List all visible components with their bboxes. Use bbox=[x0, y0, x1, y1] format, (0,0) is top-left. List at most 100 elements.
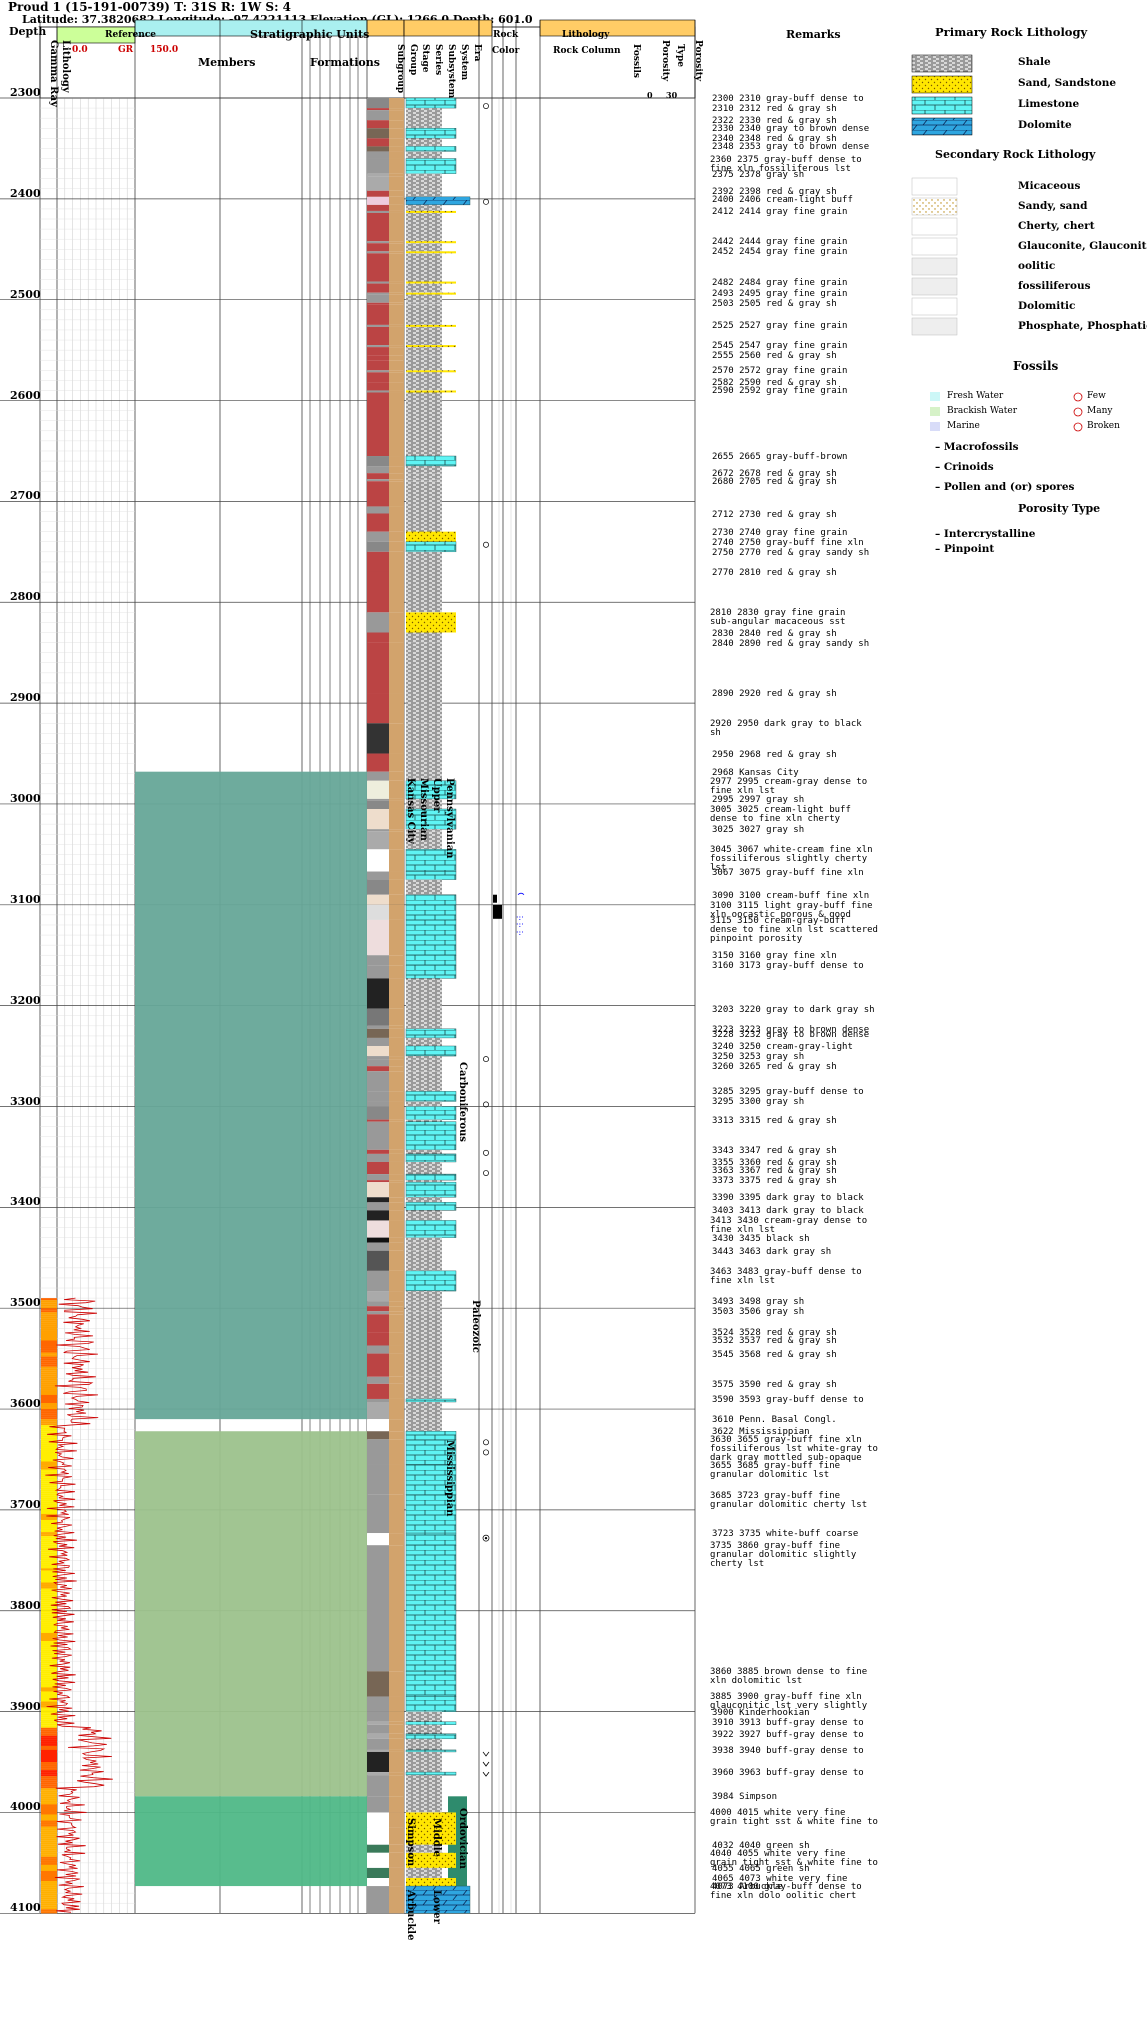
rock-color-buff bbox=[389, 1711, 404, 1722]
rock-color-interval bbox=[367, 829, 389, 832]
gamma-ray-fill bbox=[41, 1400, 57, 1404]
lithology-interval bbox=[405, 955, 457, 966]
legend-fresh-water: Fresh Water bbox=[947, 391, 1004, 401]
gamma-ray-fill bbox=[41, 1483, 57, 1486]
remark-entry: 2525 2527 gray fine grain bbox=[712, 320, 848, 331]
depth-label: 2800 bbox=[10, 590, 41, 604]
gamma-ray-fill bbox=[41, 1826, 57, 1829]
gamma-ray-fill bbox=[41, 1380, 57, 1383]
gamma-ray-fill bbox=[41, 1463, 57, 1466]
rock-color-interval bbox=[367, 632, 389, 643]
rock-color-interval bbox=[367, 146, 389, 152]
gamma-ray-fill bbox=[41, 1907, 57, 1910]
remark-entry: 2545 2547 gray fine grain bbox=[712, 341, 848, 352]
legend-pinpoint: – Pinpoint bbox=[935, 543, 995, 555]
lithology-interval bbox=[405, 1749, 457, 1753]
lithology-interval bbox=[405, 1532, 457, 1546]
legend-secondary-swatch bbox=[911, 217, 958, 236]
remark-entry: 2493 2495 gray fine grain bbox=[712, 288, 848, 299]
remark-entry: 3575 3590 red & gray sh bbox=[712, 1379, 837, 1390]
gamma-ray-fill bbox=[41, 1600, 57, 1603]
lithology-interval bbox=[406, 1376, 442, 1384]
gamma-ray-fill bbox=[41, 1618, 57, 1621]
depth-label: 4000 bbox=[10, 1800, 41, 1814]
gamma-ray-fill bbox=[41, 1538, 57, 1541]
remark-entry: 3260 3265 red & gray sh bbox=[712, 1062, 837, 1073]
gamma-ray-fill bbox=[41, 1852, 57, 1855]
rock-color-buff bbox=[389, 1314, 404, 1333]
rock-color-interval bbox=[367, 1037, 389, 1046]
gamma-ray-fill bbox=[41, 1832, 57, 1835]
remark-entry: 2740 2750 gray-buff fine xln bbox=[712, 537, 864, 548]
rock-color-buff bbox=[389, 1738, 404, 1750]
rock-color-buff bbox=[389, 800, 404, 809]
gamma-ray-fill bbox=[41, 1762, 57, 1765]
rock-color-interval bbox=[367, 879, 389, 895]
rock-color-buff bbox=[389, 345, 404, 348]
rock-color-interval bbox=[367, 955, 389, 966]
lithology-interval bbox=[406, 571, 442, 613]
gamma-ray-fill bbox=[41, 1810, 57, 1813]
lithology-interval bbox=[406, 212, 442, 242]
rock-color-interval bbox=[367, 151, 389, 159]
lithology-interval bbox=[406, 1197, 442, 1203]
lithology-interval bbox=[405, 1733, 457, 1740]
remark-entry: 3900 Kinderhookian bbox=[712, 1707, 810, 1718]
rock-color-buff bbox=[389, 1886, 404, 1914]
rock-color-header-1: Rock bbox=[493, 30, 519, 40]
lithology-interval bbox=[406, 120, 442, 129]
gamma-ray-header: Gamma Ray bbox=[48, 40, 59, 107]
gamma-ray-fill bbox=[41, 1461, 57, 1464]
legend-secondary-swatch bbox=[911, 237, 958, 256]
rock-color-interval bbox=[367, 1149, 389, 1154]
remark-entry: 3610 Penn. Basal Congl. bbox=[712, 1415, 837, 1426]
gamma-ray-fill bbox=[41, 1830, 57, 1833]
gamma-ray-fill bbox=[41, 1820, 57, 1823]
gamma-ray-fill bbox=[41, 1709, 57, 1712]
gamma-ray-fill bbox=[41, 1503, 57, 1506]
por-max: 30 bbox=[666, 90, 678, 100]
rock-color-interval bbox=[367, 965, 389, 979]
lithology-interval bbox=[406, 345, 456, 348]
rock-color-buff bbox=[389, 1721, 404, 1725]
rock-color-interval bbox=[367, 1711, 389, 1722]
gamma-ray-fill bbox=[41, 1457, 57, 1460]
remark-entry: 2452 2454 gray fine grain bbox=[712, 247, 848, 258]
rock-color-interval bbox=[367, 173, 389, 177]
gamma-ray-fill bbox=[41, 1415, 57, 1418]
gamma-ray-fill bbox=[41, 1659, 57, 1662]
lithology-interval bbox=[406, 1161, 442, 1175]
gamma-ray-fill bbox=[41, 1338, 57, 1341]
rock-color-interval bbox=[367, 808, 389, 830]
remark-entry: 2300 2310 gray-buff dense to bbox=[712, 94, 864, 104]
gamma-ray-fill bbox=[41, 1901, 57, 1904]
gamma-ray-fill bbox=[41, 1903, 57, 1906]
gamma-ray-fill bbox=[41, 1741, 57, 1744]
legend-secondary-swatch bbox=[911, 257, 958, 276]
strat-carboniferous: Carboniferous bbox=[457, 1062, 468, 1142]
gamma-ray-fill bbox=[41, 1370, 57, 1373]
rock-color-interval bbox=[367, 1751, 389, 1773]
rock-color-interval bbox=[367, 481, 389, 507]
remark-entry: 2482 2484 gray fine grain bbox=[712, 277, 848, 288]
depth-label: 2900 bbox=[10, 691, 41, 705]
rock-color-header-2: Color bbox=[492, 46, 520, 56]
gamma-ray-fill bbox=[41, 1764, 57, 1767]
gamma-ray-fill bbox=[41, 1667, 57, 1670]
remark-entry: 3160 3173 gray-buff dense to bbox=[712, 961, 864, 972]
lithology-interval bbox=[405, 1220, 457, 1238]
rock-color-buff bbox=[389, 190, 404, 197]
rock-color-interval bbox=[367, 771, 389, 781]
lithology-interval bbox=[406, 879, 442, 895]
lithology-interval bbox=[405, 1431, 457, 1440]
rock-color-interval bbox=[367, 723, 389, 754]
gamma-ray-fill bbox=[41, 1895, 57, 1898]
rock-color-buff bbox=[389, 1867, 404, 1879]
pollen-symbol bbox=[482, 1751, 490, 1757]
legend-secondary-swatch bbox=[911, 197, 958, 216]
remark-entry: 3960 3963 buff-gray dense to bbox=[712, 1768, 864, 1779]
fossils-header: Fossils bbox=[631, 44, 641, 78]
gamma-ray-fill bbox=[41, 1739, 57, 1742]
lithology-interval bbox=[406, 1314, 442, 1333]
rock-color-interval bbox=[367, 98, 389, 109]
